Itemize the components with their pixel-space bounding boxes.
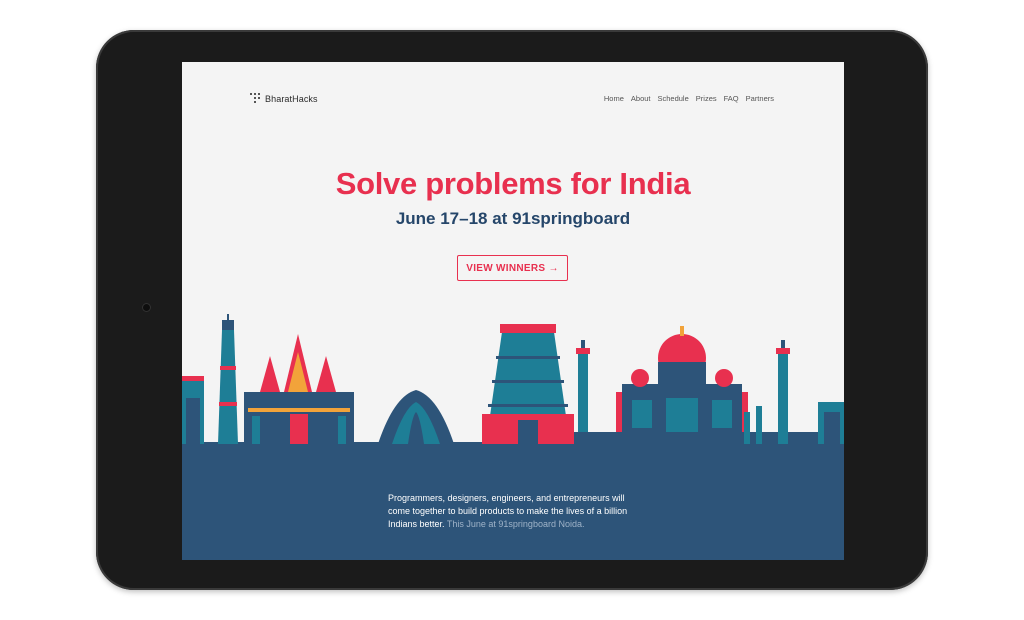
site-header: BharatHacks Home About Schedule Prizes F… [182,62,844,132]
nav-about[interactable]: About [631,94,651,103]
front-camera [142,303,151,312]
about-location: This June at 91springboard Noida. [446,519,585,529]
lotus-temple [378,390,454,444]
nav-schedule[interactable]: Schedule [658,94,689,103]
india-skyline-illustration [182,314,844,448]
browser-screen: BharatHacks Home About Schedule Prizes F… [182,62,844,560]
hero-subtitle: June 17–18 at 91springboard [395,209,631,228]
birla-temple [244,334,354,444]
brand-name: BharatHacks [265,93,318,104]
brand-logo[interactable]: BharatHacks [250,93,318,104]
india-gate [182,376,204,444]
qutub-minar [218,314,238,444]
minaret-left [576,340,590,444]
nav-prizes[interactable]: Prizes [696,94,717,103]
nav-home[interactable]: Home [604,94,624,103]
logo-mark-icon [250,93,261,104]
hero-title: Solve problems for India [335,166,691,201]
minaret-right [744,340,790,444]
view-winners-button[interactable]: VIEW WINNERS → [457,255,568,281]
right-arch [818,402,844,444]
about-paragraph: Programmers, designers, engineers, and e… [388,492,640,531]
nav-partners[interactable]: Partners [746,94,774,103]
about-section: Programmers, designers, engineers, and e… [182,447,844,560]
main-nav: Home About Schedule Prizes FAQ Partners [604,94,774,103]
nav-faq[interactable]: FAQ [724,94,739,103]
gopuram-temple [482,324,574,444]
